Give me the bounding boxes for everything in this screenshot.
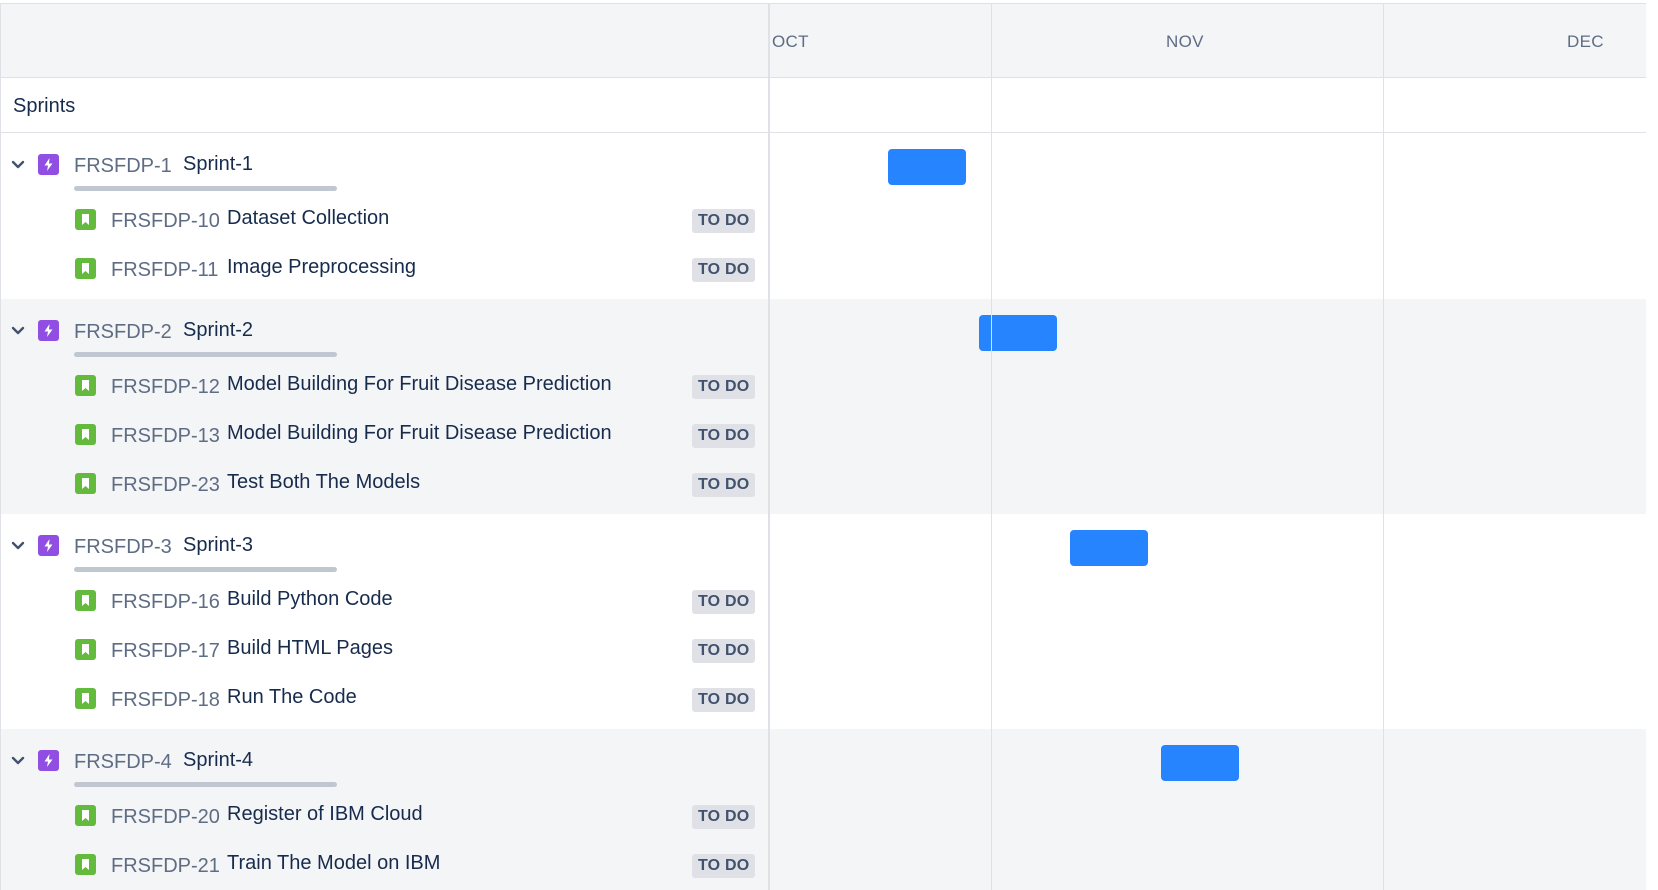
chevron-down-icon[interactable] (11, 754, 25, 768)
issue-key[interactable]: FRSFDP-21 (111, 855, 220, 878)
issue-name[interactable]: Run The Code (227, 686, 357, 709)
month-divider (1383, 4, 1384, 890)
issue-key[interactable]: FRSFDP-18 (111, 689, 220, 712)
epic-key[interactable]: FRSFDP-4 (74, 751, 172, 774)
list-header (1, 4, 769, 78)
status-badge: TO DO (692, 209, 756, 233)
issue-name[interactable]: Model Building For Fruit Disease Predict… (227, 373, 612, 396)
issue-row[interactable]: FRSFDP-21 Train The Model on IBM TO DO (1, 840, 769, 889)
epic-icon (38, 750, 59, 771)
epic-progress-bar (74, 782, 337, 787)
month-label-dec: DEC (1567, 32, 1604, 51)
issue-row[interactable]: FRSFDP-12 Model Building For Fruit Disea… (1, 361, 769, 410)
status-badge: TO DO (692, 805, 756, 829)
epic-row[interactable]: FRSFDP-1 Sprint-1 (1, 133, 769, 195)
roadmap-board: OCT NOV DEC Sprints FRSFDP-1 Sprint-1 FR… (0, 3, 1646, 890)
epic-key[interactable]: FRSFDP-3 (74, 536, 172, 559)
issue-row[interactable]: FRSFDP-11 Image Preprocessing TO DO (1, 244, 769, 293)
epic-name[interactable]: Sprint-4 (183, 749, 253, 772)
story-icon (75, 209, 96, 230)
epic-row[interactable]: FRSFDP-4 Sprint-4 (1, 729, 769, 791)
epic-group-1: FRSFDP-1 Sprint-1 FRSFDP-10 Dataset Coll… (1, 133, 1646, 299)
epic-icon (38, 320, 59, 341)
issue-row[interactable]: FRSFDP-13 Model Building For Fruit Disea… (1, 410, 769, 459)
issue-name[interactable]: Test Both The Models (227, 471, 420, 494)
epic-progress-bar (74, 186, 337, 191)
epic-name[interactable]: Sprint-2 (183, 319, 253, 342)
epic-name[interactable]: Sprint-1 (183, 153, 253, 176)
status-badge: TO DO (692, 424, 756, 448)
status-badge: TO DO (692, 590, 756, 614)
issue-key[interactable]: FRSFDP-17 (111, 640, 220, 663)
story-icon (75, 473, 96, 494)
sprints-label: Sprints (13, 95, 76, 117)
issue-name[interactable]: Model Building For Fruit Disease Predict… (227, 422, 612, 445)
sprints-row: Sprints (1, 78, 1646, 133)
epic-progress-bar (74, 567, 337, 572)
epic-row[interactable]: FRSFDP-3 Sprint-3 (1, 514, 769, 576)
status-badge: TO DO (692, 688, 756, 712)
issue-row[interactable]: FRSFDP-17 Build HTML Pages TO DO (1, 625, 769, 674)
issue-name[interactable]: Train The Model on IBM (227, 852, 440, 875)
epic-row[interactable]: FRSFDP-2 Sprint-2 (1, 299, 769, 361)
timeline-header: OCT NOV DEC (769, 4, 1646, 78)
month-label-oct: OCT (772, 32, 809, 51)
chevron-down-icon[interactable] (11, 158, 25, 172)
issue-name[interactable]: Image Preprocessing (227, 256, 416, 279)
chevron-down-icon[interactable] (11, 539, 25, 553)
issue-row[interactable]: FRSFDP-16 Build Python Code TO DO (1, 576, 769, 625)
epic-icon (38, 154, 59, 175)
issue-key[interactable]: FRSFDP-20 (111, 806, 220, 829)
status-badge: TO DO (692, 473, 756, 497)
roadmap-view: OCT NOV DEC Sprints FRSFDP-1 Sprint-1 FR… (0, 0, 1658, 890)
story-icon (75, 258, 96, 279)
status-badge: TO DO (692, 639, 756, 663)
panel-divider[interactable] (768, 4, 770, 890)
story-icon (75, 639, 96, 660)
status-badge: TO DO (692, 375, 756, 399)
epic-group-3: FRSFDP-3 Sprint-3 FRSFDP-16 Build Python… (1, 514, 1646, 729)
issue-key[interactable]: FRSFDP-16 (111, 591, 220, 614)
issue-key[interactable]: FRSFDP-13 (111, 425, 220, 448)
status-badge: TO DO (692, 854, 756, 878)
issue-row[interactable]: FRSFDP-10 Dataset Collection TO DO (1, 195, 769, 244)
story-icon (75, 805, 96, 826)
story-icon (75, 424, 96, 445)
issue-name[interactable]: Dataset Collection (227, 207, 389, 230)
epic-progress-bar (74, 352, 337, 357)
epic-key[interactable]: FRSFDP-2 (74, 321, 172, 344)
story-icon (75, 590, 96, 611)
story-icon (75, 375, 96, 396)
issue-row[interactable]: FRSFDP-18 Run The Code TO DO (1, 674, 769, 723)
issue-key[interactable]: FRSFDP-12 (111, 376, 220, 399)
month-divider (991, 4, 992, 890)
issue-name[interactable]: Register of IBM Cloud (227, 803, 423, 826)
epic-group-2: FRSFDP-2 Sprint-2 FRSFDP-12 Model Buildi… (1, 299, 1646, 514)
month-label-nov: NOV (1166, 32, 1204, 51)
issue-name[interactable]: Build Python Code (227, 588, 393, 611)
issue-key[interactable]: FRSFDP-10 (111, 210, 220, 233)
issue-row[interactable]: FRSFDP-20 Register of IBM Cloud TO DO (1, 791, 769, 840)
issue-row[interactable]: FRSFDP-23 Test Both The Models TO DO (1, 459, 769, 508)
epic-group-4: FRSFDP-4 Sprint-4 FRSFDP-20 Register of … (1, 729, 1646, 890)
issue-key[interactable]: FRSFDP-23 (111, 474, 220, 497)
story-icon (75, 854, 96, 875)
sprint-timeline-bar[interactable] (1161, 745, 1239, 781)
epic-icon (38, 535, 59, 556)
epic-key[interactable]: FRSFDP-1 (74, 155, 172, 178)
chevron-down-icon[interactable] (11, 324, 25, 338)
issue-name[interactable]: Build HTML Pages (227, 637, 393, 660)
sprint-timeline-bar[interactable] (1070, 530, 1148, 566)
story-icon (75, 688, 96, 709)
status-badge: TO DO (692, 258, 756, 282)
epic-name[interactable]: Sprint-3 (183, 534, 253, 557)
issue-key[interactable]: FRSFDP-11 (111, 259, 218, 282)
sprint-timeline-bar[interactable] (888, 149, 966, 185)
